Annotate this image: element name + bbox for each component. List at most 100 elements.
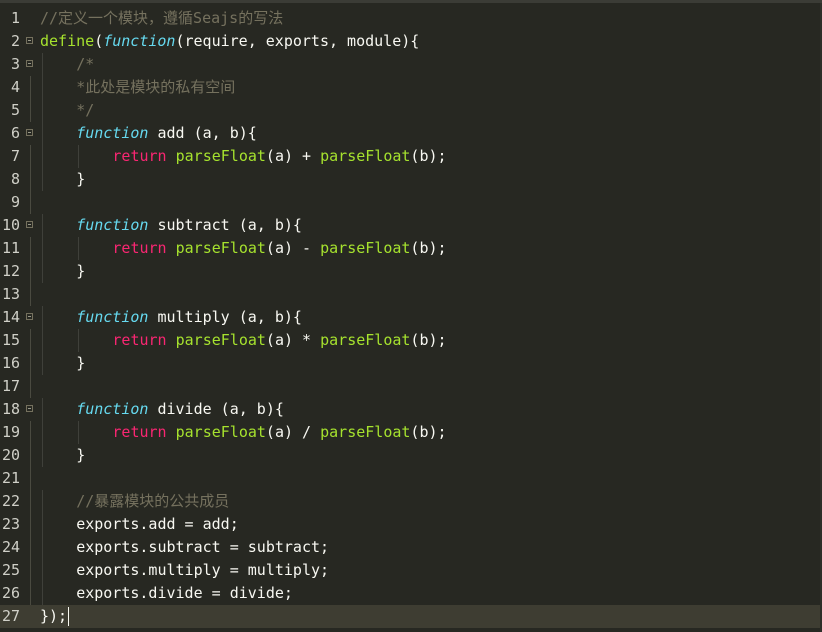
code-text[interactable]: return parseFloat(a) + parseFloat(b); (112, 145, 446, 168)
code-text[interactable]: } (76, 444, 85, 467)
code-text[interactable]: }); (40, 605, 70, 628)
line-number: 17 (1, 377, 20, 395)
code-text[interactable]: exports.divide = divide; (76, 582, 293, 605)
fold-toggle-icon[interactable] (26, 60, 33, 67)
code-lines[interactable]: 1 //定义一个模块，遵循Seajs的写法 2 define(function(req… (0, 7, 822, 628)
line-number: 23 (1, 515, 20, 533)
code-text[interactable]: function multiply (a, b){ (76, 306, 302, 329)
token-plain: (b); (410, 147, 447, 165)
code-line[interactable]: 22 //暴露模块的公共成员 (0, 490, 822, 513)
token-plain: exports.add = add; (76, 515, 239, 533)
code-line[interactable]: 20} (0, 444, 822, 467)
code-text[interactable]: } (76, 260, 85, 283)
code-line[interactable]: 18 function divide (a, b){ (0, 398, 822, 421)
code-text[interactable]: define(function(require, exports, module… (40, 30, 419, 53)
code-line[interactable]: 3 /* (0, 53, 822, 76)
indent-guide (42, 145, 43, 168)
fold-guide-line (30, 536, 31, 559)
indent-guide (78, 237, 80, 260)
token-plain: add (a, b){ (148, 124, 257, 142)
code-line[interactable]: 11 return parseFloat(a) - parseFloat(b); (0, 237, 822, 260)
code-text[interactable]: } (76, 168, 85, 191)
indent-guide (42, 582, 43, 605)
line-number: 21 (1, 469, 20, 487)
line-number: 26 (1, 584, 20, 602)
code-text[interactable]: function add (a, b){ (76, 122, 257, 145)
line-number: 4 (10, 78, 20, 96)
code-line[interactable]: 2 define(function(require, exports, modul… (0, 30, 822, 53)
token-plain: (b); (410, 331, 447, 349)
line-number: 19 (1, 423, 20, 441)
indent-guide (42, 536, 43, 559)
code-line[interactable]: 7 return parseFloat(a) + parseFloat(b); (0, 145, 822, 168)
code-line[interactable]: 4 *此处是模块的私有空间 (0, 76, 822, 99)
code-text[interactable]: return parseFloat(a) * parseFloat(b); (112, 329, 446, 352)
code-text[interactable]: function subtract (a, b){ (76, 214, 302, 237)
code-line[interactable]: 14 function multiply (a, b){ (0, 306, 822, 329)
code-line[interactable]: 17 (0, 375, 822, 398)
code-line[interactable]: 27}); (0, 605, 822, 628)
fold-guide-line (30, 99, 31, 122)
code-line[interactable]: 23 exports.add = add; (0, 513, 822, 536)
code-line[interactable]: 10 function subtract (a, b){ (0, 214, 822, 237)
token-comment: *此处是模块的私有空间 (76, 78, 236, 96)
line-number: 1 (10, 9, 20, 27)
token-func: parseFloat (175, 331, 266, 349)
code-text[interactable]: *此处是模块的私有空间 (76, 76, 235, 99)
fold-guide-line (30, 283, 31, 306)
fold-toggle-icon[interactable] (26, 221, 33, 228)
indent-guide (42, 398, 43, 421)
code-text[interactable]: } (76, 352, 85, 375)
editor-top-border (0, 0, 822, 3)
fold-toggle-icon[interactable] (26, 37, 33, 44)
line-number: 11 (1, 239, 20, 257)
code-line[interactable]: 6 function add (a, b){ (0, 122, 822, 145)
code-text[interactable]: exports.add = add; (76, 513, 239, 536)
code-line[interactable]: 15 return parseFloat(a) * parseFloat(b); (0, 329, 822, 352)
code-line[interactable]: 19 return parseFloat(a) / parseFloat(b); (0, 421, 822, 444)
code-line[interactable]: 24 exports.subtract = subtract; (0, 536, 822, 559)
code-line[interactable]: 16} (0, 352, 822, 375)
code-text[interactable]: //暴露模块的公共成员 (76, 490, 229, 513)
code-text[interactable]: */ (76, 99, 94, 122)
code-line[interactable]: 12} (0, 260, 822, 283)
indent-guide (42, 260, 43, 283)
code-line[interactable]: 9 (0, 191, 822, 214)
fold-toggle-icon[interactable] (26, 129, 33, 136)
code-text[interactable]: exports.multiply = multiply; (76, 559, 329, 582)
code-text[interactable]: /* (76, 53, 94, 76)
code-line[interactable]: 1 //定义一个模块，遵循Seajs的写法 (0, 7, 822, 30)
token-func: parseFloat (320, 147, 411, 165)
code-line[interactable]: 5 */ (0, 99, 822, 122)
token-plain: multiply (a, b){ (148, 308, 302, 326)
code-text[interactable]: function divide (a, b){ (76, 398, 284, 421)
token-func: parseFloat (175, 147, 266, 165)
token-func: parseFloat (320, 423, 411, 441)
indent-guide (42, 444, 43, 467)
fold-guide-line (30, 582, 31, 605)
token-keyword: return (112, 331, 167, 349)
fold-toggle-icon[interactable] (26, 313, 33, 320)
token-comment: //定义一个模块，遵循Seajs的写法 (40, 9, 284, 27)
token-storage: function (76, 400, 149, 418)
code-line[interactable]: 8} (0, 168, 822, 191)
code-line[interactable]: 25 exports.multiply = multiply; (0, 559, 822, 582)
token-plain: (b); (410, 239, 447, 257)
fold-guide-line (30, 191, 31, 214)
code-line[interactable]: 21 (0, 467, 822, 490)
indent-guide (42, 168, 43, 191)
indent-guide (42, 237, 43, 260)
token-plain: (a) / (265, 423, 321, 441)
code-text[interactable]: return parseFloat(a) - parseFloat(b); (112, 237, 446, 260)
code-line[interactable]: 26 exports.divide = divide; (0, 582, 822, 605)
code-text[interactable]: exports.subtract = subtract; (76, 536, 329, 559)
fold-guide-line (30, 145, 31, 168)
code-editor[interactable]: 1 //定义一个模块，遵循Seajs的写法 2 define(function(req… (0, 0, 822, 632)
code-text[interactable]: return parseFloat(a) / parseFloat(b); (112, 421, 446, 444)
indent-guide (42, 513, 43, 536)
code-text[interactable]: //定义一个模块，遵循Seajs的写法 (40, 7, 283, 30)
fold-toggle-icon[interactable] (26, 405, 33, 412)
code-line[interactable]: 13 (0, 283, 822, 306)
